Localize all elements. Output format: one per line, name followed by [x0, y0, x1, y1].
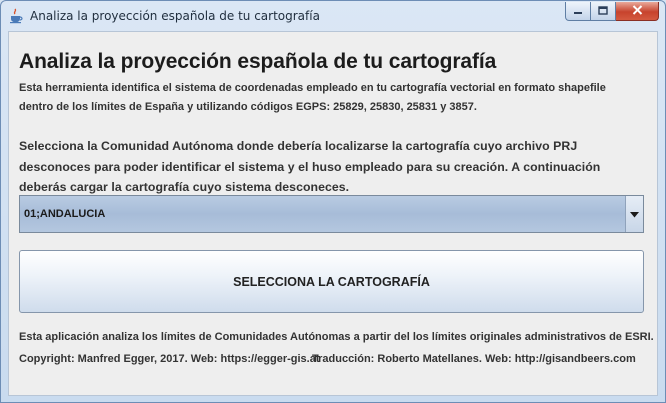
minimize-icon: [573, 2, 583, 20]
content-panel: Analiza la proyección española de tu car…: [8, 31, 658, 396]
close-button[interactable]: [616, 2, 659, 21]
window-controls: [565, 2, 659, 21]
app-window: Analiza la proyección española de tu car…: [0, 0, 666, 403]
java-cup-icon: [8, 8, 24, 24]
maximize-button[interactable]: [591, 2, 616, 21]
region-select[interactable]: 01;ANDALUCIA: [19, 195, 644, 233]
chevron-down-icon: [630, 205, 639, 223]
page-title: Analiza la proyección española de tu car…: [19, 50, 497, 73]
region-select-toggle[interactable]: [625, 196, 643, 232]
description-line-1: Esta herramienta identifica el sistema d…: [19, 82, 606, 94]
instructions-text: Selecciona la Comunidad Autónoma donde d…: [19, 139, 601, 194]
translation-credit: Traducción: Roberto Matellanes. Web: htt…: [312, 353, 636, 365]
select-cartography-button[interactable]: SELECCIONA LA CARTOGRAFÍA: [19, 250, 644, 313]
region-select-value: 01;ANDALUCIA: [24, 208, 106, 220]
minimize-button[interactable]: [565, 2, 591, 21]
maximize-icon: [598, 2, 608, 20]
credits-row: Copyright: Manfred Egger, 2017. Web: htt…: [19, 353, 636, 365]
window-title: Analiza la proyección española de tu car…: [30, 9, 320, 23]
close-icon: [632, 2, 643, 20]
esri-note: Esta aplicación analiza los límites de C…: [19, 331, 654, 343]
description-line-2: dentro de los límites de España y utiliz…: [19, 101, 477, 113]
title-bar[interactable]: Analiza la proyección española de tu car…: [1, 1, 665, 31]
copyright-text: Copyright: Manfred Egger, 2017. Web: htt…: [19, 353, 320, 365]
